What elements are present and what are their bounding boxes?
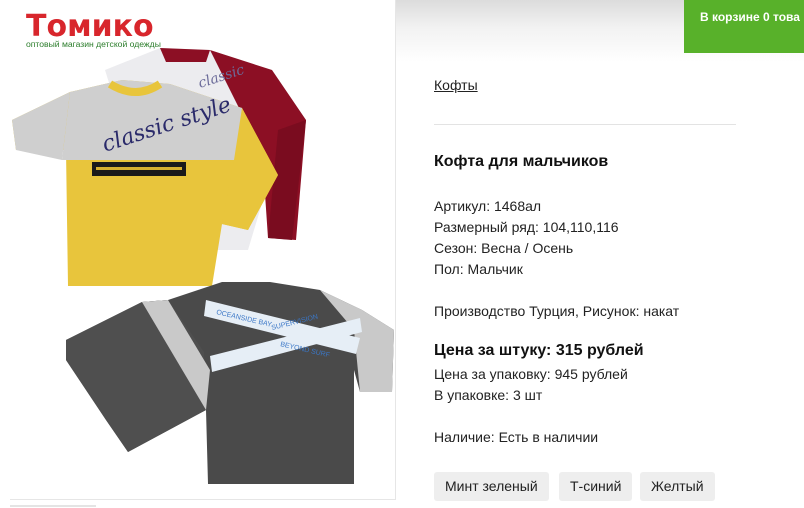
logo-tagline: оптовый магазин детской одежды xyxy=(26,39,161,49)
breadcrumb-category-link[interactable]: Кофты xyxy=(434,77,478,93)
pack-quantity: В упаковке: 3 шт xyxy=(434,387,543,403)
product-season: Сезон: Весна / Осень xyxy=(434,240,574,256)
shirt-yellow: classic style xyxy=(12,80,278,286)
cart-label-suffix: това xyxy=(769,10,800,24)
product-photo-illustration: classic classic style OCEANSIDE BAY SUPE… xyxy=(12,48,394,484)
image-thumb-divider xyxy=(10,505,96,507)
price-per-pack: Цена за упаковку: 945 рублей xyxy=(434,366,628,382)
cart-label-prefix: В корзине xyxy=(700,10,763,24)
divider xyxy=(434,124,736,125)
availability-status: Наличие: Есть в наличии xyxy=(434,429,599,445)
cart-summary-button[interactable]: В корзине 0 това xyxy=(684,0,804,53)
logo-lettering: Томико xyxy=(26,9,154,42)
product-sizes: Размерный ряд: 104,110,116 xyxy=(434,219,619,235)
cart-count: 0 xyxy=(762,10,770,24)
price-per-unit: Цена за штуку: 315 рублей xyxy=(434,342,644,359)
page: classic classic style OCEANSIDE BAY SUPE… xyxy=(0,0,804,508)
product-article: Артикул: 1468ал xyxy=(434,198,542,214)
product-gender: Пол: Мальчик xyxy=(434,261,523,277)
product-image[interactable]: classic classic style OCEANSIDE BAY SUPE… xyxy=(10,0,396,500)
color-option-yellow[interactable]: Желтый xyxy=(640,472,715,501)
product-title: Кофта для мальчиков xyxy=(434,153,609,170)
shirt-grey: OCEANSIDE BAY SUPERVISION BEYOND SURF xyxy=(66,282,394,484)
svg-text:Томико: Томико xyxy=(26,9,154,42)
product-production: Производство Турция, Рисунок: накат xyxy=(434,303,680,319)
color-option-mint[interactable]: Минт зеленый xyxy=(434,472,549,501)
color-option-dark-blue[interactable]: Т-синий xyxy=(559,472,633,501)
